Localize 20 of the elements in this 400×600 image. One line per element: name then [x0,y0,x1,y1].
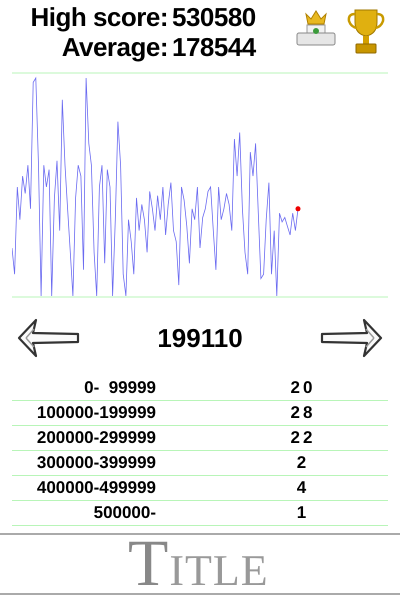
score-range: 0- 99999 [83,377,156,400]
score-range: 500000- [92,502,156,524]
range-count: 2 [296,452,310,474]
score-range: 200000-299999 [36,427,156,450]
average-label: Average: [60,32,168,62]
range-count: 22 [290,427,316,450]
range-count: 20 [290,377,316,400]
range-count: 4 [296,477,310,500]
average-value: 178544 [171,32,257,62]
right-arrow-icon[interactable] [320,317,384,359]
score-range: 300000-399999 [36,452,156,474]
high-score-value: 530580 [171,2,257,32]
score-range: 100000-199999 [36,402,156,424]
score-value: 199110 [157,322,243,354]
score-range: 400000-499999 [36,477,156,500]
left-arrow-icon[interactable] [16,317,80,359]
high-score-label: High score: [29,2,168,32]
title-link[interactable]: TITLE [0,535,400,600]
range-count: 1 [296,502,310,524]
range-count: 28 [290,402,316,424]
